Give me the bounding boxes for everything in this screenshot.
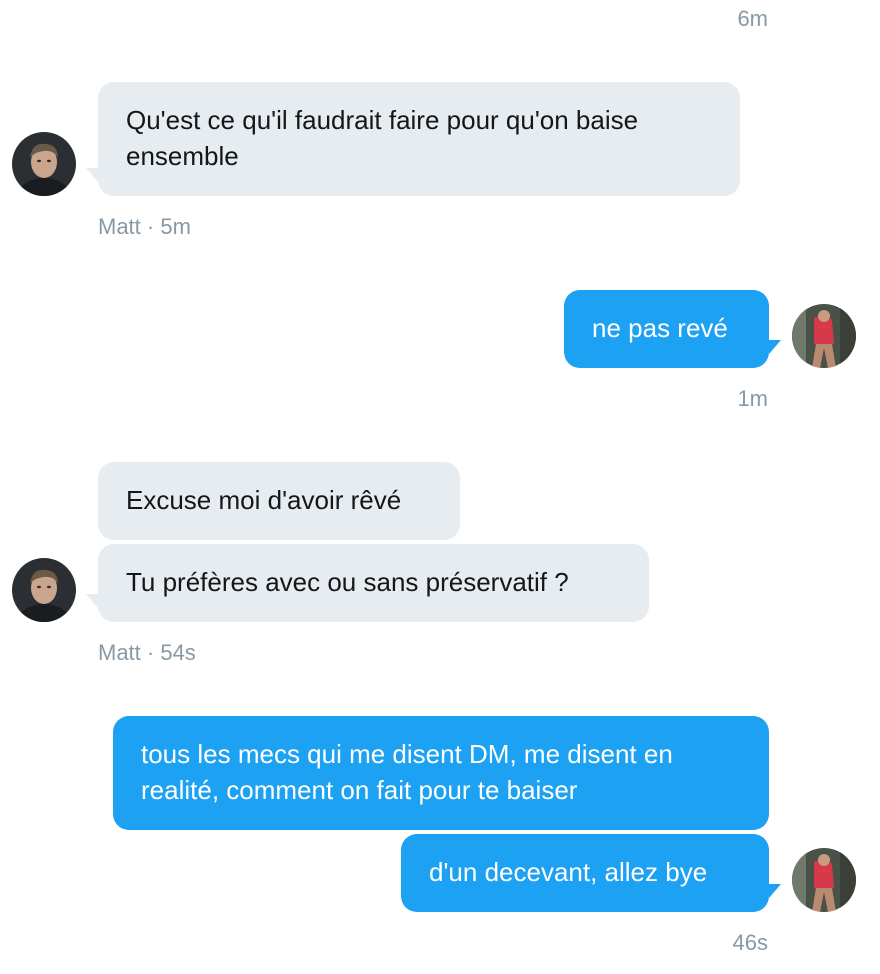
bubble-tail bbox=[86, 168, 98, 182]
message-bubble-incoming[interactable]: Excuse moi d'avoir rêvé bbox=[98, 462, 460, 540]
message-meta: 46s bbox=[732, 930, 768, 955]
message-meta: Matt · 5m bbox=[98, 214, 191, 239]
avatar-photo-man bbox=[12, 132, 76, 196]
bubble-tail bbox=[769, 340, 781, 354]
avatar-photo-woman bbox=[792, 304, 856, 368]
matt-avatar[interactable] bbox=[12, 132, 76, 196]
message-meta: Matt · 54s bbox=[98, 640, 196, 665]
my-avatar[interactable] bbox=[792, 304, 856, 368]
message-bubble-outgoing[interactable]: d'un decevant, allez bye bbox=[401, 834, 769, 912]
my-avatar[interactable] bbox=[792, 848, 856, 912]
timestamp: 6m bbox=[737, 6, 768, 31]
avatar-photo-man bbox=[12, 558, 76, 622]
message-bubble-outgoing[interactable]: tous les mecs qui me disent DM, me disen… bbox=[113, 716, 769, 830]
message-bubble-incoming[interactable]: Tu préfères avec ou sans préservatif ? bbox=[98, 544, 649, 622]
bubble-tail bbox=[86, 594, 98, 608]
avatar-photo-woman bbox=[792, 848, 856, 912]
message-meta: 1m bbox=[737, 386, 768, 411]
message-bubble-incoming[interactable]: Qu'est ce qu'il faudrait faire pour qu'o… bbox=[98, 82, 740, 196]
matt-avatar[interactable] bbox=[12, 558, 76, 622]
message-bubble-outgoing[interactable]: ne pas revé bbox=[564, 290, 769, 368]
bubble-tail bbox=[769, 884, 781, 898]
